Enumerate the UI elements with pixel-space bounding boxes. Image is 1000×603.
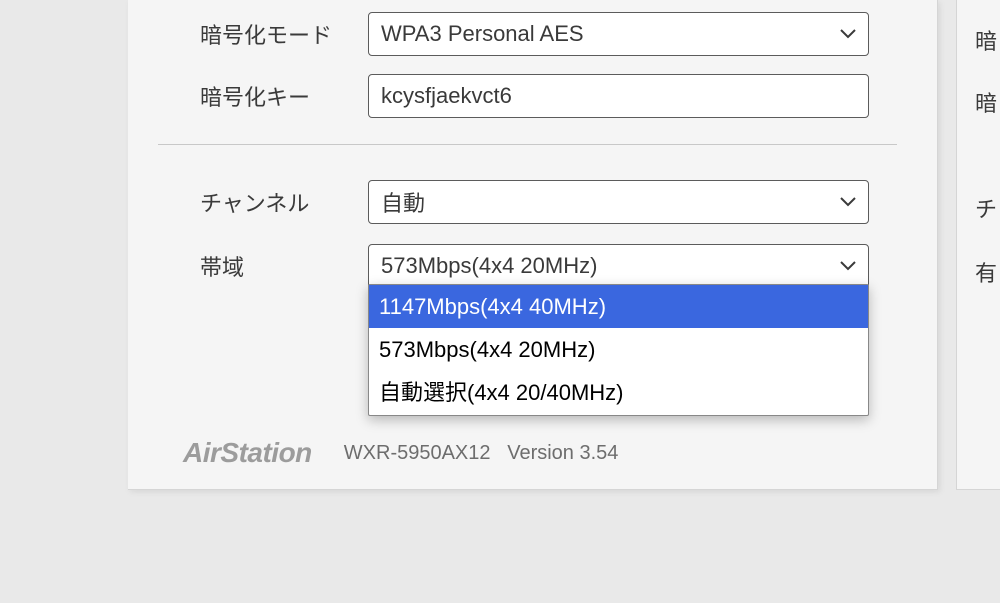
row-channel: チャンネル 自動 [200,180,869,224]
version-text: Version 3.54 [507,442,618,464]
right-label-2: チ [975,192,997,224]
chevron-down-icon [840,197,856,207]
bandwidth-option-2[interactable]: 自動選択(4x4 20/40MHz) [369,371,868,414]
right-label-3: 有 [975,256,997,288]
right-panel: 暗 暗 チ 有 [956,0,1000,490]
model-number: WXR-5950AX12 [344,442,491,464]
select-channel[interactable]: 自動 [368,180,869,224]
brand-logo: AirStation [183,437,312,469]
row-encryption-key: 暗号化キー [200,74,869,118]
select-channel-value: 自動 [381,186,425,218]
label-bandwidth: 帯域 [200,250,368,282]
row-bandwidth: 帯域 573Mbps(4x4 20MHz) [200,244,869,288]
settings-panel: 暗号化モード WPA3 Personal AES 暗号化キー チャンネル 自動 [128,0,938,490]
select-bandwidth-value: 573Mbps(4x4 20MHz) [381,253,597,279]
label-encryption-key: 暗号化キー [200,80,368,112]
select-bandwidth[interactable]: 573Mbps(4x4 20MHz) [368,244,869,288]
footer: AirStation WXR-5950AX12 Version 3.54 [183,437,618,469]
select-encryption-mode-value: WPA3 Personal AES [381,21,584,47]
chevron-down-icon [840,261,856,271]
section-divider [158,144,897,145]
row-encryption-mode: 暗号化モード WPA3 Personal AES [200,12,869,56]
right-label-0: 暗 [975,24,997,56]
label-encryption-mode: 暗号化モード [200,18,368,50]
bandwidth-option-0[interactable]: 1147Mbps(4x4 40MHz) [369,285,868,328]
select-encryption-mode[interactable]: WPA3 Personal AES [368,12,869,56]
chevron-down-icon [840,29,856,39]
bandwidth-dropdown-list[interactable]: 1147Mbps(4x4 40MHz) 573Mbps(4x4 20MHz) 自… [368,284,869,416]
right-label-1: 暗 [975,86,997,118]
label-channel: チャンネル [200,186,368,218]
bandwidth-option-1[interactable]: 573Mbps(4x4 20MHz) [369,328,868,371]
input-encryption-key[interactable] [368,74,869,118]
